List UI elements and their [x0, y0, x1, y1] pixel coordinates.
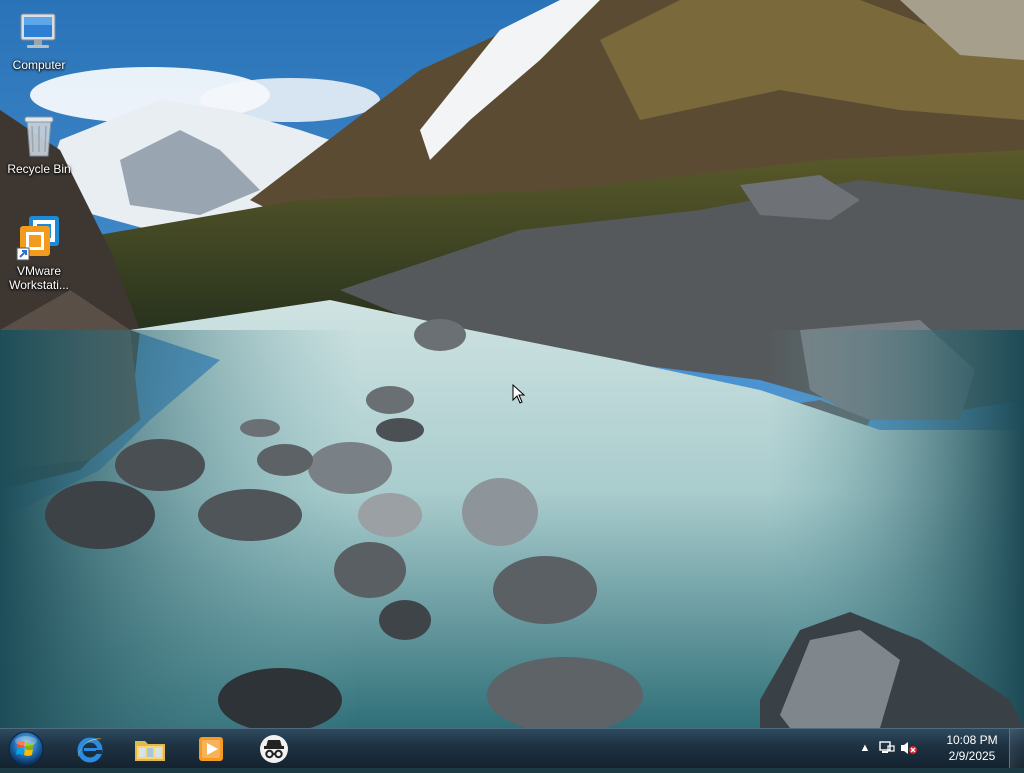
show-hidden-icons-button[interactable]: ▲	[856, 739, 874, 757]
desktop-icon-label: VMware Workstati...	[9, 264, 69, 292]
desktop-icon-vmware-workstation[interactable]: VMware Workstati...	[2, 214, 76, 292]
mouse-cursor	[512, 384, 526, 404]
windows-start-orb	[8, 731, 44, 767]
taskbar: ▲ 10:08 PM 2/9/2025	[0, 728, 1024, 768]
desktop-wallpaper	[0, 0, 1024, 728]
clock-date: 2/9/2025	[948, 749, 996, 763]
taskbar-file-explorer[interactable]	[122, 730, 178, 767]
clock-time: 10:08 PM	[946, 733, 998, 747]
vmware-workstation-icon	[15, 214, 63, 262]
volume-muted-icon	[901, 742, 917, 754]
recycle-bin-icon	[15, 112, 63, 160]
computer-icon	[15, 8, 63, 56]
show-desktop-button[interactable]	[1009, 729, 1024, 768]
start-button[interactable]	[6, 730, 46, 768]
desktop-icon-label: Recycle Bin	[7, 162, 71, 176]
system-tray: ▲ 10:08 PM 2/9/2025	[854, 729, 1024, 768]
desktop-icon-recycle-bin[interactable]: Recycle Bin	[2, 112, 76, 176]
taskbar-incognito-app[interactable]	[246, 730, 302, 767]
network-icon	[879, 741, 895, 753]
volume-button[interactable]	[900, 739, 918, 757]
incognito-icon	[260, 734, 288, 763]
taskbar-internet-explorer[interactable]	[62, 730, 118, 767]
taskbar-media-player[interactable]	[183, 730, 239, 767]
show-hidden-icons-arrow: ▲	[859, 742, 871, 754]
file-explorer-icon	[135, 740, 165, 761]
internet-explorer-icon	[77, 737, 103, 762]
desktop-icon-computer[interactable]: Computer	[2, 8, 76, 72]
media-player-icon	[199, 736, 223, 761]
taskbar-clock[interactable]: 10:08 PM 2/9/2025	[940, 732, 1004, 764]
network-button[interactable]	[878, 739, 896, 757]
desktop-icon-label: Computer	[12, 58, 66, 72]
